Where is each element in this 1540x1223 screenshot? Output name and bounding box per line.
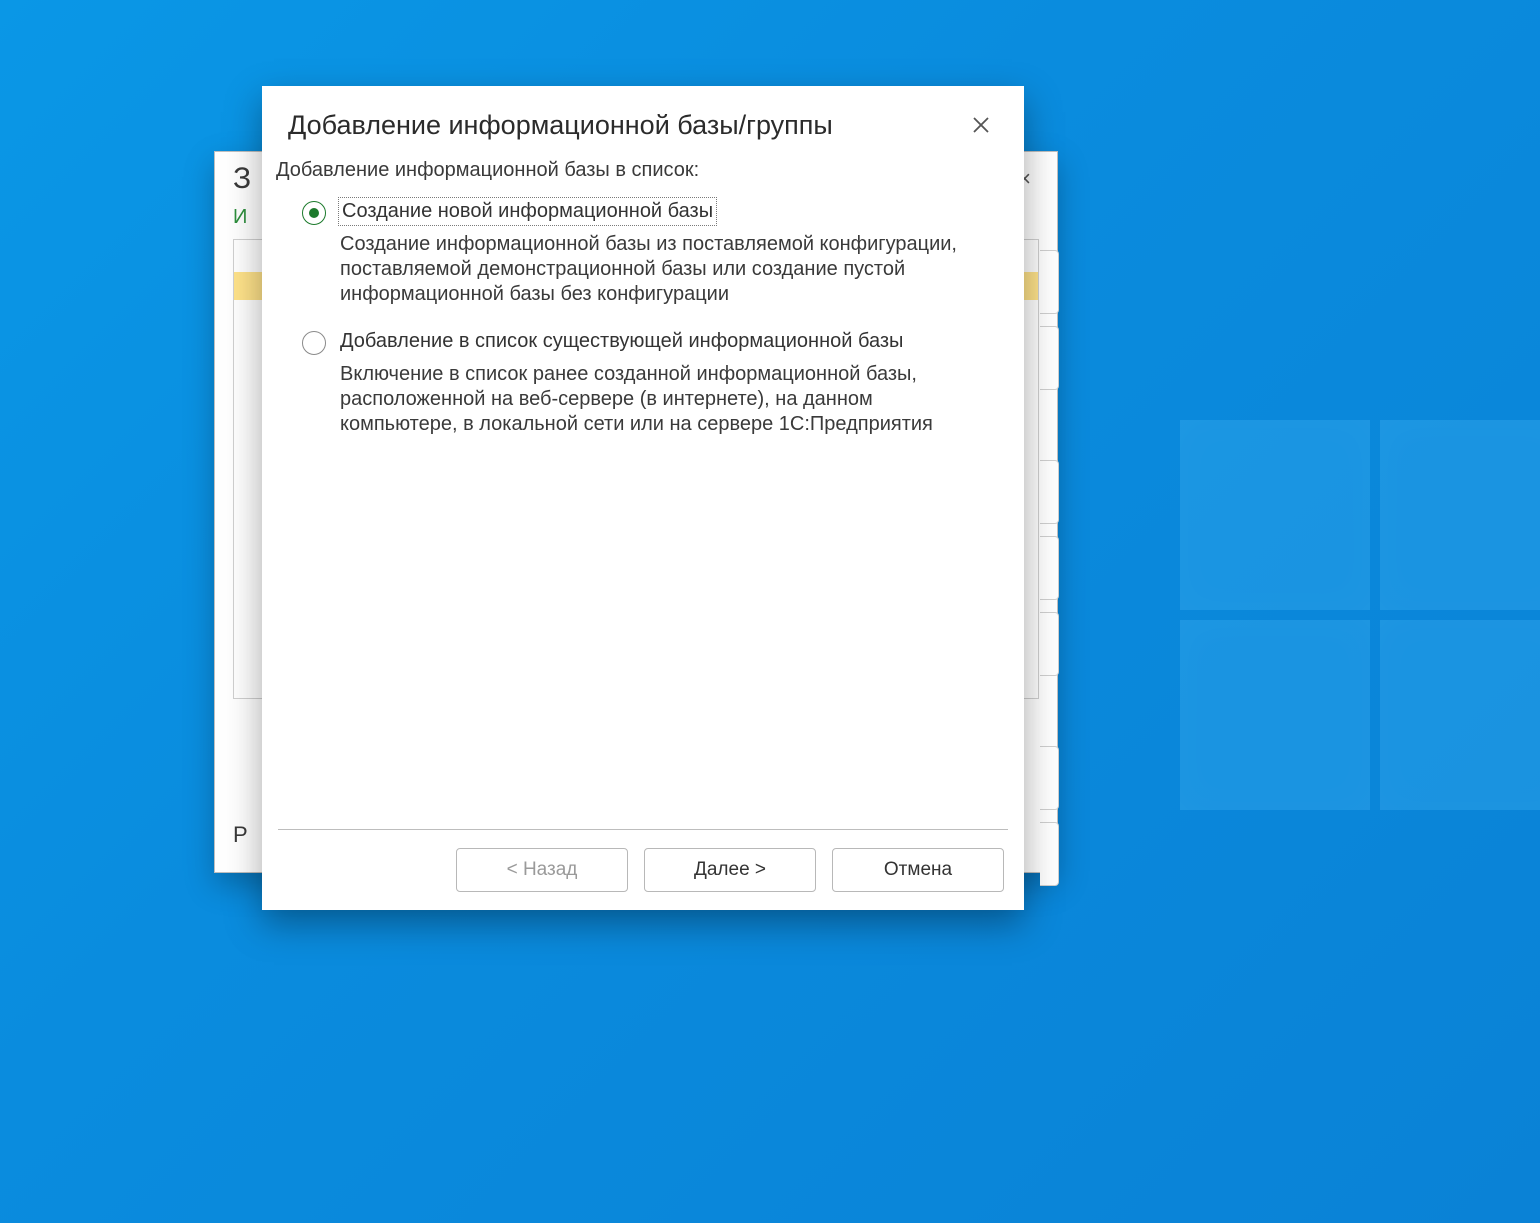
radio-create-new[interactable] [302, 201, 326, 225]
launcher-footer-fragment: Р [233, 822, 248, 848]
dialog-prompt: Добавление информационной базы в список: [274, 158, 998, 183]
option-create-new-description: Создание информационной базы из поставля… [340, 232, 980, 307]
launcher-side-buttons [1040, 250, 1058, 898]
launcher-side-button[interactable] [1040, 326, 1059, 390]
launcher-side-button[interactable] [1040, 746, 1059, 810]
launcher-side-button[interactable] [1040, 250, 1059, 314]
close-icon [972, 116, 990, 134]
option-create-new-label: Создание новой информационной базы [340, 199, 715, 224]
back-button: < Назад [456, 848, 628, 892]
option-create-new[interactable]: Создание новой информационной базы Созда… [274, 195, 998, 311]
launcher-side-button[interactable] [1040, 822, 1059, 886]
option-add-existing-description: Включение в список ранее созданной инфор… [340, 362, 980, 437]
dialog-body: Добавление информационной базы в список:… [262, 150, 1024, 829]
desktop-background: З × И Р Добавление информационной базы/г… [0, 0, 1540, 1223]
option-add-existing[interactable]: Добавление в список существующей информа… [274, 325, 998, 441]
launcher-title-fragment: З [233, 162, 251, 196]
windows-logo-decor [1180, 420, 1540, 820]
cancel-button[interactable]: Отмена [832, 848, 1004, 892]
next-button[interactable]: Далее > [644, 848, 816, 892]
launcher-side-button[interactable] [1040, 460, 1059, 524]
radio-add-existing[interactable] [302, 331, 326, 355]
option-add-existing-label: Добавление в список существующей информа… [340, 330, 903, 352]
dialog-header: Добавление информационной базы/группы [262, 86, 1024, 150]
add-infobase-dialog: Добавление информационной базы/группы До… [262, 86, 1024, 910]
launcher-side-button[interactable] [1040, 612, 1059, 676]
dialog-title: Добавление информационной базы/группы [288, 110, 833, 141]
close-button[interactable] [964, 108, 998, 142]
dialog-footer: < Назад Далее > Отмена [262, 830, 1024, 910]
launcher-side-button[interactable] [1040, 536, 1059, 600]
